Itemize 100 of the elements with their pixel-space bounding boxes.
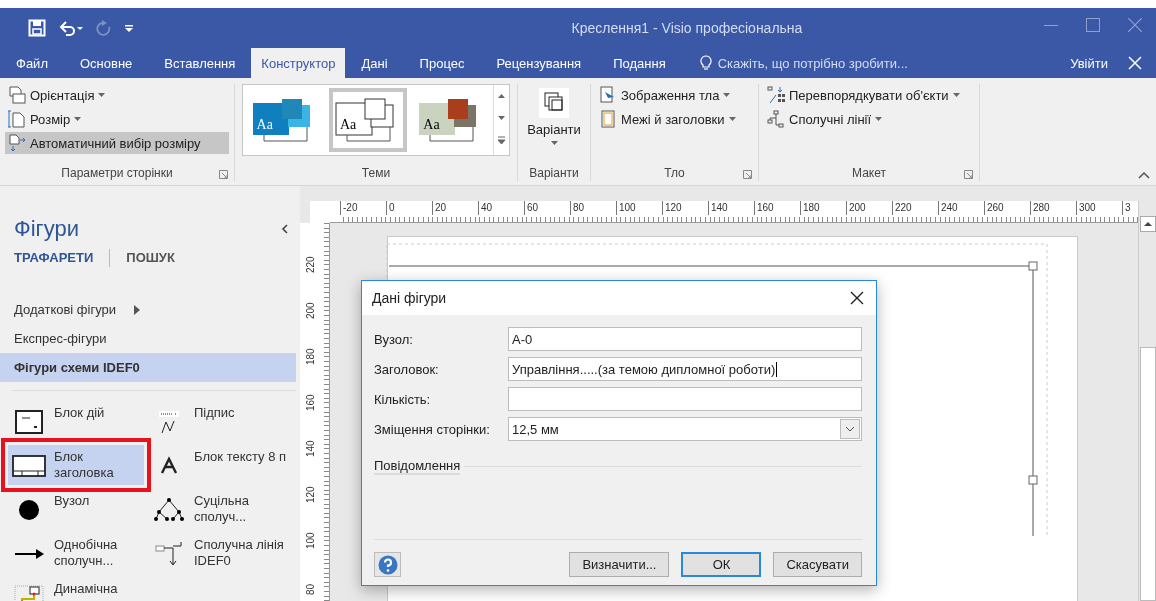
ruler-label: 0 <box>386 201 432 215</box>
ruler-label: 100 <box>616 201 662 215</box>
ruler-label: 220 <box>892 201 938 215</box>
ruler-label: 220 <box>304 255 316 273</box>
dialog-launcher-icon[interactable] <box>743 170 752 179</box>
ribbon-tab[interactable]: Вставлення <box>148 48 252 78</box>
shape-item[interactable]: Суцільна сполуч... <box>148 489 294 529</box>
dialog-launcher-icon[interactable] <box>219 170 228 179</box>
maximize-icon[interactable] <box>1086 18 1100 32</box>
ruler-label: 40 <box>478 201 524 215</box>
ribbon-button[interactable]: Зображення тла <box>596 84 753 106</box>
ruler-label: 260 <box>984 201 1030 215</box>
tree-connector-icon <box>153 497 185 523</box>
theme-caption: Aa <box>340 117 357 133</box>
group-label: Теми <box>360 165 392 181</box>
tell-me-field[interactable]: Скажіть, що потрібно зробити... <box>699 48 908 78</box>
ruler-label: 300 <box>1076 201 1122 215</box>
ribbon-tab[interactable]: Рецензування <box>480 48 598 78</box>
connector-icon <box>767 110 785 128</box>
field-label: Зміщення сторінки: <box>374 421 491 437</box>
ruler-label: 160 <box>754 201 800 215</box>
dialog-button[interactable]: Визначити... <box>569 552 670 577</box>
ruler-label: 3 <box>1122 201 1132 215</box>
panel-tab[interactable]: ПОШУК <box>126 248 175 267</box>
ruler-label: 200 <box>304 301 316 319</box>
dialog-title: Дані фігури <box>372 290 447 306</box>
panel-tab[interactable]: ТРАФАРЕТИ <box>14 248 94 267</box>
save-icon[interactable] <box>28 19 46 37</box>
dialog-button[interactable]: Скасувати <box>773 552 862 577</box>
scrollbar-thumb[interactable] <box>1139 347 1156 601</box>
shape-item[interactable]: Підпис <box>148 401 294 441</box>
collapse-panel-icon[interactable] <box>281 224 288 234</box>
window-title: Креслення1 - Visio професіональна <box>570 20 804 36</box>
activity-block-icon <box>14 409 44 435</box>
stencil-item[interactable]: Додаткові фігури <box>0 295 296 324</box>
group-label: Параметри сторінки <box>60 165 174 181</box>
ruler-label: 200 <box>846 201 892 215</box>
input-field[interactable]: А-0 <box>508 327 862 351</box>
ribbon-tab[interactable]: Процес <box>403 48 481 78</box>
ruler-label: 240 <box>938 201 984 215</box>
ruler-label: 180 <box>800 201 846 215</box>
ruler-label: 20 <box>432 201 478 215</box>
relayout-icon <box>767 86 785 104</box>
ribbon-button[interactable]: Межі й заголовки <box>596 108 753 130</box>
auto-size-icon <box>8 134 26 152</box>
shape-item[interactable]: Сполучна лінія IDEF0 <box>148 533 294 573</box>
variants-icon <box>539 88 569 118</box>
field-label: Вузол: <box>374 331 414 347</box>
input-field[interactable] <box>508 387 862 411</box>
ruler-label: 140 <box>304 439 316 457</box>
panel-title: Фігури <box>14 216 79 242</box>
shape-item[interactable]: Блок дій <box>8 401 144 441</box>
shape-item[interactable]: Вузол <box>8 489 144 529</box>
theme-thumbnail[interactable]: Aa <box>246 88 324 152</box>
stencil-item[interactable]: Експрес-фігури <box>0 324 296 353</box>
ribbon-button[interactable]: Перевпорядкувати об'єкти <box>764 84 974 106</box>
shape-item[interactable]: Блок тексту 8 п <box>148 445 294 485</box>
ruler-label: 120 <box>662 201 708 215</box>
chevron-down-icon <box>845 426 855 432</box>
ribbon-tab[interactable]: Основне <box>63 48 149 78</box>
dot-icon <box>18 499 40 521</box>
ribbon-tab[interactable]: Подання <box>597 48 682 78</box>
close-icon[interactable] <box>850 291 864 305</box>
field-label: Заголовок: <box>374 361 440 377</box>
stencil-item[interactable]: Фігури схеми IDEF0 <box>0 353 296 382</box>
ruler-label: 80 <box>570 201 616 215</box>
group-label: Макет <box>851 165 887 181</box>
theme-caption: Aa <box>256 117 273 133</box>
theme-thumbnail[interactable]: Aa <box>412 88 490 152</box>
signature-icon <box>156 409 182 435</box>
theme-caption: Aa <box>423 117 440 133</box>
dialog-button[interactable]: ОК <box>681 552 762 577</box>
ruler-label: 120 <box>304 485 316 503</box>
ruler-label: 280 <box>1030 201 1076 215</box>
help-button[interactable] <box>374 552 401 577</box>
help-icon <box>377 554 398 575</box>
variants-button[interactable]: Варіанти <box>523 84 585 149</box>
page-size-icon <box>8 110 26 128</box>
customize-icon[interactable] <box>124 23 134 33</box>
group-label: Варіанти <box>528 165 580 181</box>
ribbon-button[interactable]: Орієнтація <box>5 84 229 106</box>
shape-item[interactable]: Однобічна сполучн... <box>8 533 144 573</box>
dropdown-field[interactable]: 12,5 мм <box>508 417 862 441</box>
shape-item[interactable]: Динамічна <box>8 577 144 601</box>
text-block-icon <box>159 456 179 476</box>
ribbon-tab[interactable]: Дані <box>345 48 404 78</box>
input-field[interactable]: Управління.....(за темою дипломної роботи) <box>508 357 862 381</box>
ruler-label: 80 <box>304 582 316 595</box>
ribbon-button[interactable]: Сполучні лінії <box>764 108 974 130</box>
undo-icon[interactable] <box>58 20 84 36</box>
ribbon-button[interactable]: Розмір <box>5 108 229 130</box>
scroll-up-icon[interactable] <box>1139 216 1156 232</box>
ribbon-button[interactable]: Автоматичний вибір розміру <box>5 132 229 154</box>
dialog-launcher-icon[interactable] <box>964 170 973 179</box>
ribbon-tab[interactable]: Файл <box>0 48 64 78</box>
group-label: Тло <box>663 165 686 181</box>
theme-thumbnail[interactable]: Aa <box>329 88 407 152</box>
sign-in-link[interactable]: Увійти <box>1070 55 1108 71</box>
ribbon-tab[interactable]: Конструктор <box>251 48 346 78</box>
collapse-ribbon-icon[interactable] <box>1138 172 1150 179</box>
